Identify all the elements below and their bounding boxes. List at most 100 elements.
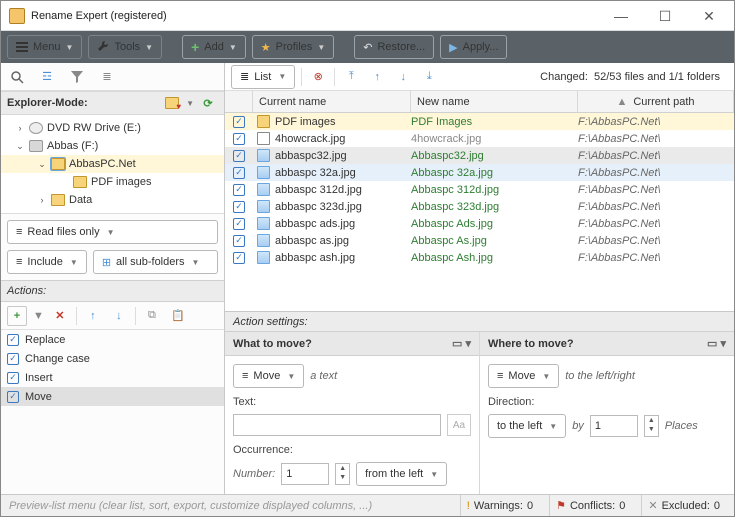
include-dropdown[interactable]: ≡ Include ▼ [7,250,87,274]
by-spinner[interactable]: ▲▼ [644,415,659,437]
status-excluded[interactable]: ✕Excluded:0 [641,495,726,516]
row-checkbox[interactable]: ✓ [233,133,245,145]
collapse-icon[interactable]: ▭ ▾ [452,337,471,350]
row-checkbox[interactable]: ✓ [233,201,245,213]
list-mode-dropdown[interactable]: ≣ List ▼ [231,65,295,89]
text-input[interactable] [233,414,441,436]
file-icon [257,115,270,128]
toggle-tree-icon[interactable]: ☲ [37,67,57,87]
subfolders-dropdown[interactable]: ⊞ all sub-folders ▼ [93,250,218,274]
checkbox-icon[interactable]: ✓ [7,391,19,403]
play-icon: ▶ [449,41,457,54]
table-row[interactable]: ✓4howcrack.jpg4howcrack.jpgF:\AbbasPC.Ne… [225,130,734,147]
status-conflicts[interactable]: ⚑Conflicts:0 [549,495,631,516]
what-title-bar: What to move? ▭ ▾ [225,332,479,356]
places-label: Places [665,420,698,432]
close-button[interactable]: ✕ [696,6,722,26]
favorite-folder-icon[interactable]: ♥ [162,93,182,113]
case-toggle[interactable]: Aa [447,414,471,436]
what-hint: a text [310,370,337,382]
tree-node-dvd[interactable]: › DVD RW Drive (E:) [1,119,224,137]
row-checkbox[interactable]: ✓ [233,218,245,230]
table-row[interactable]: ✓abbaspc 312d.jpgAbbaspc 312d.jpgF:\Abba… [225,181,734,198]
table-row[interactable]: ✓abbaspc32.jpgAbbaspc32.jpgF:\AbbasPC.Ne… [225,147,734,164]
clear-list-icon[interactable]: ⊗ [308,67,328,87]
add-action-button[interactable]: + [7,306,27,326]
status-warnings[interactable]: !Warnings:0 [460,495,539,516]
checkbox-icon[interactable]: ✓ [7,353,19,365]
row-checkbox[interactable]: ✓ [233,235,245,247]
restore-button[interactable]: ↶ Restore... [354,35,434,59]
checkbox-icon[interactable]: ✓ [7,372,19,384]
number-input[interactable] [281,463,329,485]
copy-icon[interactable]: ⧉ [142,306,162,326]
table-row[interactable]: ✓PDF imagesPDF ImagesF:\AbbasPC.Net\ [225,113,734,130]
row-checkbox[interactable]: ✓ [233,116,245,128]
filter-icon[interactable] [67,67,87,87]
go-down-icon[interactable]: ↓ [393,67,413,87]
wrench-icon [97,41,109,53]
table-row[interactable]: ✓abbaspc ash.jpgAbbaspc Ash.jpgF:\AbbasP… [225,249,734,266]
window-title: Rename Expert (registered) [31,10,608,22]
menu-button[interactable]: Menu▼ [7,35,82,59]
by-input[interactable] [590,415,638,437]
search-icon[interactable] [7,67,27,87]
include-label: Include [27,256,62,268]
tree-node-abbaspc[interactable]: ⌄ AbbasPC.Net [1,155,224,173]
direction-label: Direction: [488,396,726,408]
row-checkbox[interactable]: ✓ [233,150,245,162]
new-name: Abbaspc 323d.jpg [411,201,578,213]
tree-node-data[interactable]: › Data [1,191,224,209]
row-checkbox[interactable]: ✓ [233,184,245,196]
apply-button[interactable]: ▶ Apply... [440,35,507,59]
where-move-dropdown[interactable]: ≡ Move ▼ [488,364,559,388]
col-path[interactable]: ▲Current path [578,91,734,112]
minimize-button[interactable]: — [608,6,634,26]
checkbox-icon[interactable]: ✓ [7,334,19,346]
move-up-icon[interactable]: ↑ [83,306,103,326]
action-item-move[interactable]: ✓Move [1,387,224,406]
number-spinner[interactable]: ▲▼ [335,463,350,485]
go-bottom-icon[interactable]: ⤓ [419,67,439,87]
settings-title: Action settings: [233,316,308,328]
table-row[interactable]: ✓abbaspc 323d.jpgAbbaspc 323d.jpgF:\Abba… [225,198,734,215]
action-item-replace[interactable]: ✓Replace [1,330,224,349]
table-row[interactable]: ✓abbaspc ads.jpgAbbaspc Ads.jpgF:\AbbasP… [225,215,734,232]
paste-icon[interactable]: 📋 [168,306,188,326]
from-dropdown[interactable]: from the left ▼ [356,462,447,486]
tree-node-pdfimages[interactable]: PDF images [1,173,224,191]
file-icon [257,217,270,230]
table-row[interactable]: ✓abbaspc as.jpgAbbaspc As.jpgF:\AbbasPC.… [225,232,734,249]
move-down-icon[interactable]: ↓ [109,306,129,326]
remove-action-button[interactable]: ✕ [50,306,70,326]
direction-dropdown[interactable]: to the left ▼ [488,414,566,438]
current-name: abbaspc 323d.jpg [273,201,411,213]
grid-body[interactable]: ✓PDF imagesPDF ImagesF:\AbbasPC.Net\✓4ho… [225,113,734,311]
table-row[interactable]: ✓abbaspc 32a.jpgAbbaspc 32a.jpgF:\AbbasP… [225,164,734,181]
action-item-changecase[interactable]: ✓Change case [1,349,224,368]
refresh-icon[interactable]: ⟳ [198,93,218,113]
maximize-button[interactable]: ☐ [652,6,678,26]
folder-tree[interactable]: › DVD RW Drive (E:) ⌄ Abbas (F:) ⌄ Abbas… [1,115,224,213]
tree-node-abbas[interactable]: ⌄ Abbas (F:) [1,137,224,155]
profiles-button[interactable]: ★ Profiles▼ [252,35,334,59]
row-checkbox[interactable]: ✓ [233,252,245,264]
actions-toolbar: + ▼ ✕ ↑ ↓ ⧉ 📋 [1,302,224,330]
list-icon[interactable]: ≣ [97,67,117,87]
col-current[interactable]: Current name [253,91,411,112]
add-button[interactable]: + Add▼ [182,35,246,59]
go-top-icon[interactable]: ⤒ [341,67,361,87]
read-files-dropdown[interactable]: ≡ Read files only ▼ [7,220,218,244]
row-checkbox[interactable]: ✓ [233,167,245,179]
collapse-icon[interactable]: ▭ ▾ [707,337,726,350]
tree-label: Data [69,194,92,206]
file-icon [257,166,270,179]
tools-button[interactable]: Tools▼ [88,35,162,59]
col-new[interactable]: New name [411,91,578,112]
col-check[interactable] [225,91,253,112]
action-item-insert[interactable]: ✓Insert [1,368,224,387]
current-path: F:\AbbasPC.Net\ [578,116,734,128]
what-move-dropdown[interactable]: ≡ Move ▼ [233,364,304,388]
drive-icon [29,140,43,152]
go-up-icon[interactable]: ↑ [367,67,387,87]
